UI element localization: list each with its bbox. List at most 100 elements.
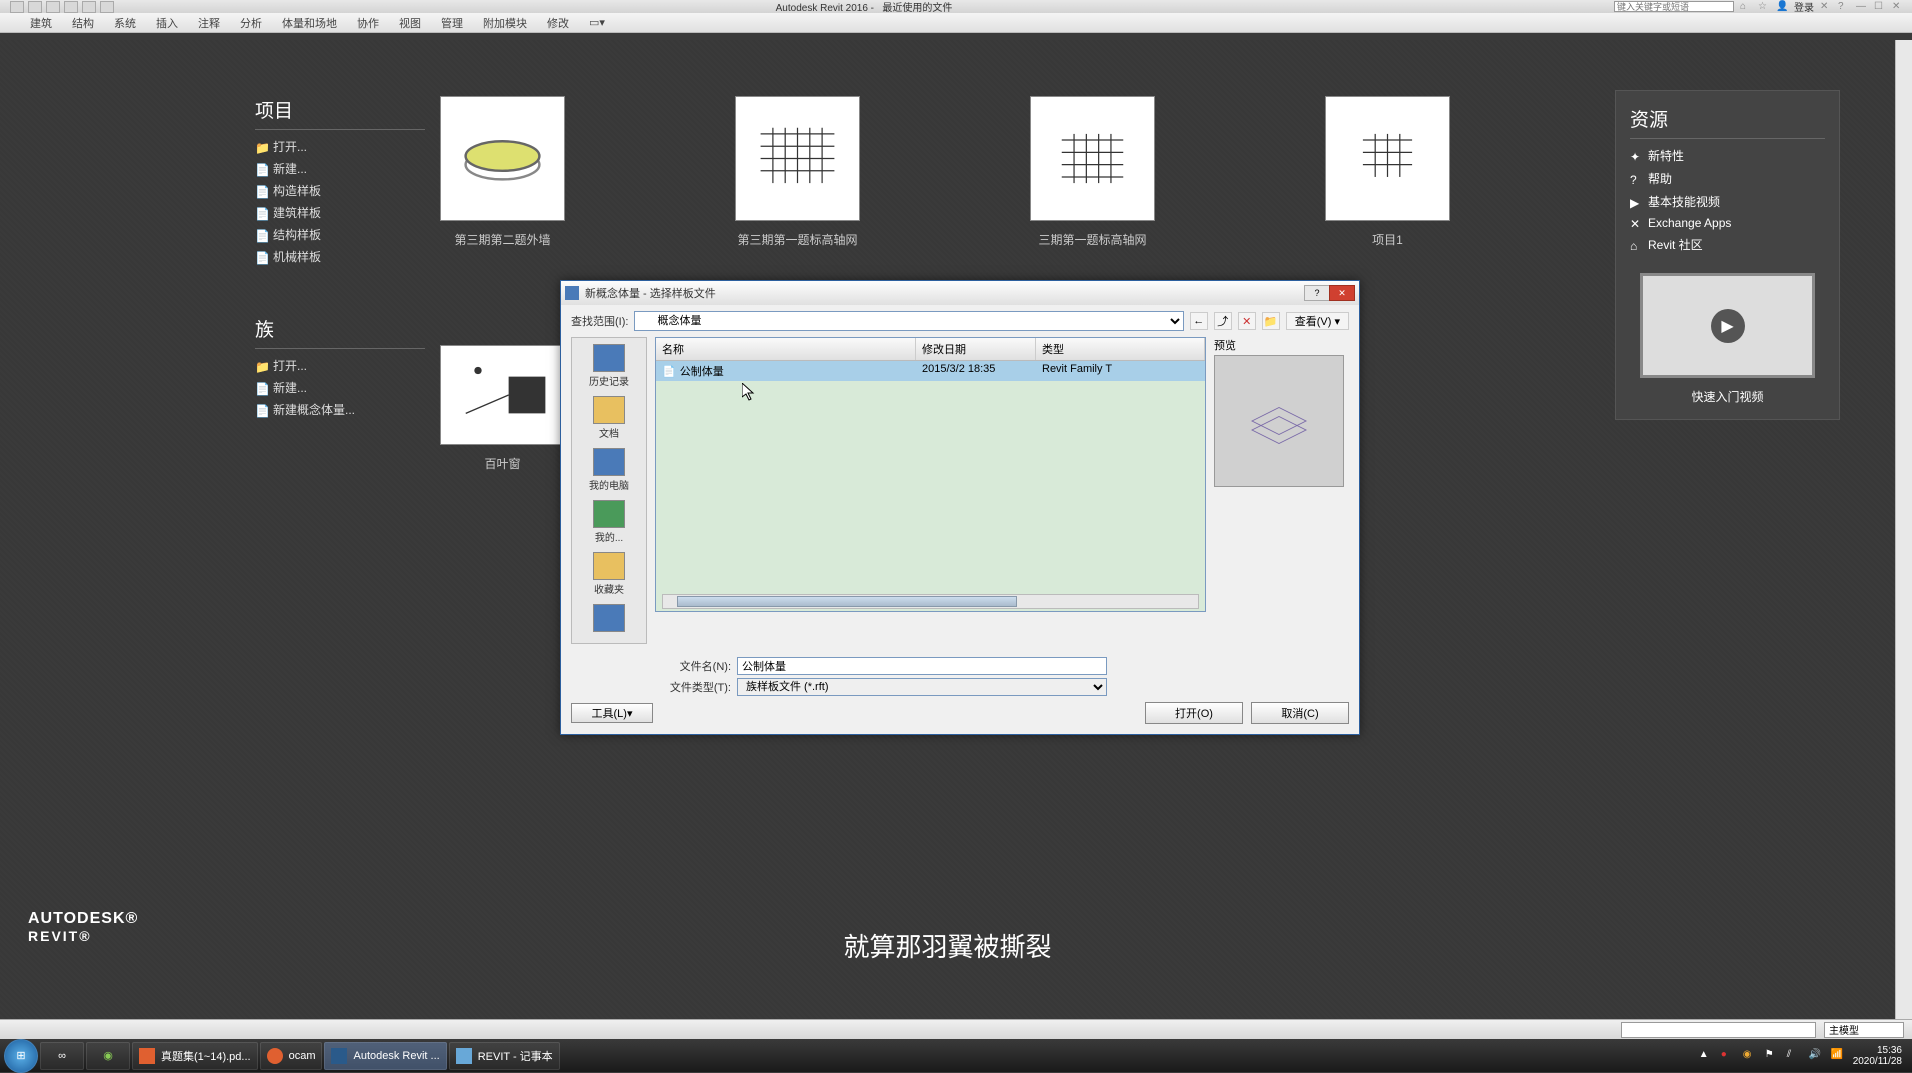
app-menu-button[interactable] (10, 1, 24, 13)
file-list-header[interactable]: 名称 修改日期 类型 (656, 338, 1205, 361)
tab-manage[interactable]: 管理 (441, 15, 463, 31)
system-tray[interactable]: ▲ ● ◉ ⚑ ⫽ 🔊 📶 15:36 2020/11/28 (1699, 1045, 1908, 1067)
tab-collaborate[interactable]: 协作 (357, 15, 379, 31)
qat-save-icon[interactable] (46, 1, 60, 13)
place-documents[interactable]: 文档 (572, 394, 646, 446)
nav-newfolder-icon[interactable]: 📁 (1262, 312, 1280, 330)
nav-back-icon[interactable]: ← (1190, 312, 1208, 330)
projects-mechanical-template[interactable]: 📄机械样板 (255, 248, 425, 265)
recent-family-1[interactable]: 百叶窗 (440, 345, 565, 472)
resource-community[interactable]: ⌂Revit 社区 (1630, 236, 1825, 253)
nav-up-icon[interactable]: ⤴ (1214, 312, 1232, 330)
tab-insert[interactable]: 插入 (156, 15, 178, 31)
window-title: Autodesk Revit 2016 - 最近使用的文件 (114, 0, 1614, 14)
taskbar-ocam[interactable]: ocam (260, 1042, 323, 1070)
tools-button[interactable]: 工具(L) ▾ (571, 703, 653, 723)
open-button[interactable]: 打开(O) (1145, 702, 1243, 724)
places-bar: 历史记录 文档 我的电脑 我的... 收藏夹 (571, 337, 647, 644)
ribbon-expand-icon[interactable]: ▭▾ (589, 16, 605, 29)
taskbar-pdf[interactable]: 真题集(1~14).pd... (132, 1042, 258, 1070)
place-desktop[interactable] (572, 602, 646, 639)
tab-analyze[interactable]: 分析 (240, 15, 262, 31)
filetype-label: 文件类型(T): (571, 679, 731, 695)
recent-project-1[interactable]: 第三期第二题外墙 (440, 96, 565, 248)
resource-whats-new[interactable]: ✦新特性 (1630, 147, 1825, 164)
families-new-conceptual-mass[interactable]: 📄新建概念体量... (255, 401, 425, 418)
taskbar-notepad[interactable]: REVIT - 记事本 (449, 1042, 560, 1070)
qat-open-icon[interactable] (28, 1, 42, 13)
login-label[interactable]: 登录 (1794, 0, 1814, 14)
intro-video[interactable]: ▶ 快速入门视频 (1630, 273, 1825, 405)
tab-architecture[interactable]: 建筑 (30, 15, 52, 31)
lookin-label: 查找范围(I): (571, 313, 628, 329)
file-list-hscroll[interactable] (662, 594, 1199, 609)
login-icon[interactable]: 👤 (1776, 1, 1788, 13)
status-combo-1[interactable] (1621, 1022, 1816, 1038)
star-icon[interactable]: ☆ (1758, 1, 1770, 13)
file-dialog: 新概念体量 - 选择样板文件 ? ✕ 查找范围(I): 概念体量 ← ⤴ ✕ 📁… (560, 280, 1360, 735)
tray-icon-2[interactable]: ● (1721, 1049, 1735, 1063)
projects-architectural-template[interactable]: 📄建筑样板 (255, 204, 425, 221)
cancel-button[interactable]: 取消(C) (1251, 702, 1349, 724)
tray-icon-3[interactable]: ◉ (1743, 1049, 1757, 1063)
place-favorites[interactable]: 收藏夹 (572, 550, 646, 602)
tab-structure[interactable]: 结构 (72, 15, 94, 31)
maximize-button[interactable]: ☐ (1874, 1, 1886, 13)
file-list[interactable]: 名称 修改日期 类型 📄公制体量 2015/3/2 18:35 Revit Fa… (655, 337, 1206, 612)
vertical-scrollbar[interactable] (1895, 40, 1912, 1019)
filename-label: 文件名(N): (571, 658, 731, 674)
taskbar-app-1[interactable]: ∞ (40, 1042, 84, 1070)
minimize-button[interactable]: — (1856, 1, 1868, 13)
qat-undo-icon[interactable] (64, 1, 78, 13)
infocenter-icon[interactable]: ⌂ (1740, 1, 1752, 13)
start-button[interactable]: ⊞ (4, 1039, 38, 1073)
close-button[interactable]: ✕ (1892, 1, 1904, 13)
tab-modify[interactable]: 修改 (547, 15, 569, 31)
place-history[interactable]: 历史记录 (572, 342, 646, 394)
tab-view[interactable]: 视图 (399, 15, 421, 31)
projects-open[interactable]: 📁打开... (255, 138, 425, 155)
tray-volume-icon[interactable]: 🔊 (1809, 1049, 1823, 1063)
tray-icon-1[interactable]: ▲ (1699, 1049, 1713, 1063)
recent-project-2[interactable]: 第三期第一题标高轴网 (735, 96, 860, 248)
resources-title: 资源 (1630, 105, 1825, 139)
tab-massing[interactable]: 体量和场地 (282, 15, 337, 31)
exchange-icon[interactable]: ✕ (1820, 1, 1832, 13)
tray-icon-4[interactable]: ⚑ (1765, 1049, 1779, 1063)
projects-construction-template[interactable]: 📄构造样板 (255, 182, 425, 199)
filetype-select[interactable]: 族样板文件 (*.rft) (737, 678, 1107, 696)
taskbar-revit[interactable]: Autodesk Revit ... (324, 1042, 446, 1070)
place-network[interactable]: 我的... (572, 498, 646, 550)
tab-systems[interactable]: 系统 (114, 15, 136, 31)
dialog-help-button[interactable]: ? (1304, 285, 1330, 301)
dialog-titlebar[interactable]: 新概念体量 - 选择样板文件 ? ✕ (561, 281, 1359, 305)
clock[interactable]: 15:36 2020/11/28 (1853, 1045, 1902, 1067)
view-button[interactable]: 查看(V) ▾ (1286, 312, 1349, 330)
tab-addins[interactable]: 附加模块 (483, 15, 527, 31)
projects-structural-template[interactable]: 📄结构样板 (255, 226, 425, 243)
recent-project-4[interactable]: 项目1 (1325, 96, 1450, 248)
recent-project-3[interactable]: 三期第一题标高轴网 (1030, 96, 1155, 248)
file-icon: 📄 (662, 365, 676, 378)
search-input[interactable] (1614, 1, 1734, 12)
resource-videos[interactable]: ▶基本技能视频 (1630, 193, 1825, 210)
projects-new[interactable]: 📄新建... (255, 160, 425, 177)
nav-delete-icon[interactable]: ✕ (1238, 312, 1256, 330)
qat-redo-icon[interactable] (82, 1, 96, 13)
place-mycomputer[interactable]: 我的电脑 (572, 446, 646, 498)
file-row[interactable]: 📄公制体量 2015/3/2 18:35 Revit Family T (656, 361, 1205, 381)
dialog-close-button[interactable]: ✕ (1329, 285, 1355, 301)
resource-exchange[interactable]: ✕Exchange Apps (1630, 216, 1825, 230)
tray-network-icon[interactable]: ⫽ (1787, 1049, 1801, 1063)
status-main-model[interactable]: 主模型 (1824, 1022, 1904, 1038)
tab-annotate[interactable]: 注释 (198, 15, 220, 31)
filename-input[interactable] (737, 657, 1107, 675)
lookin-select[interactable]: 概念体量 (634, 311, 1183, 331)
qat-print-icon[interactable] (100, 1, 114, 13)
tray-signal-icon[interactable]: 📶 (1831, 1049, 1845, 1063)
taskbar-app-2[interactable]: ◉ (86, 1042, 130, 1070)
families-open[interactable]: 📁打开... (255, 357, 425, 374)
resource-help[interactable]: ?帮助 (1630, 170, 1825, 187)
families-new[interactable]: 📄新建... (255, 379, 425, 396)
help-icon[interactable]: ? (1838, 1, 1850, 13)
